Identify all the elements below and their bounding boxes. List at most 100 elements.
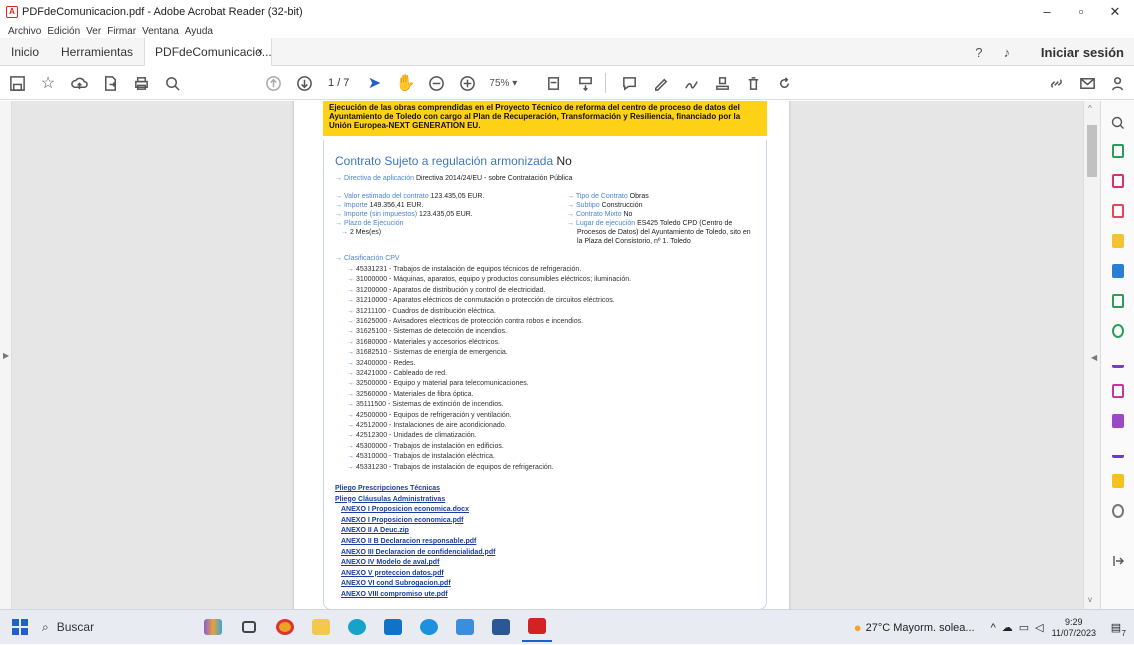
page-total: / 7 — [337, 77, 350, 89]
notifications-icon[interactable]: ▤ 7 — [1104, 621, 1128, 638]
outlook-icon[interactable] — [378, 612, 408, 642]
task-view-icon[interactable] — [234, 612, 264, 642]
protect-icon[interactable] — [1110, 383, 1126, 399]
valor-value: 123.435,05 EUR. — [430, 193, 485, 200]
email-icon[interactable] — [1073, 69, 1101, 97]
attachment-link[interactable]: ANEXO II A Deuc.zip — [341, 527, 409, 534]
attachment-link[interactable]: ANEXO VIII compromiso ute.pdf — [341, 591, 448, 598]
acrobat-taskbar-icon[interactable] — [522, 612, 552, 642]
comment-icon[interactable] — [615, 69, 643, 97]
mixto-value: No — [623, 211, 633, 218]
scroll-down-icon[interactable]: v — [1088, 595, 1092, 604]
export-file-icon[interactable] — [96, 69, 124, 97]
edit-pdf-icon[interactable] — [1110, 203, 1126, 219]
bookmark-star-icon[interactable]: ☆ — [34, 69, 62, 97]
next-page-icon[interactable] — [290, 69, 318, 97]
internet-explorer-icon[interactable] — [414, 612, 444, 642]
tab-document[interactable]: PDFdeComunicacio... × — [144, 37, 273, 66]
close-window-button[interactable]: ✕ — [1098, 0, 1132, 24]
scroll-mode-icon[interactable] — [571, 69, 599, 97]
expand-left-panel-icon[interactable]: ▶ — [3, 351, 9, 360]
search-icon[interactable] — [158, 69, 186, 97]
taskbar-search[interactable]: ⌕ Buscar — [42, 613, 192, 641]
previous-page-icon[interactable] — [259, 69, 287, 97]
fit-page-icon[interactable] — [540, 69, 568, 97]
bell-icon[interactable]: ♪ — [993, 45, 1021, 60]
organize-pages-icon[interactable] — [1110, 173, 1126, 189]
notifications-count: 7 — [1121, 629, 1126, 638]
send-comments-icon[interactable] — [1110, 443, 1126, 459]
request-signature-icon[interactable] — [1110, 413, 1126, 429]
scan-icon[interactable] — [1110, 323, 1126, 339]
maximize-button[interactable]: ▫ — [1064, 0, 1098, 24]
save-icon[interactable] — [3, 69, 31, 97]
menu-ventana[interactable]: Ventana — [142, 26, 179, 37]
volume-icon[interactable]: ◁ — [1035, 621, 1043, 634]
print-icon[interactable] — [127, 69, 155, 97]
attachment-link[interactable]: ANEXO IV Modelo de aval.pdf — [341, 559, 439, 566]
app-icon-blue[interactable] — [450, 612, 480, 642]
attachment-link[interactable]: ANEXO I Proposicion economica.docx — [341, 506, 469, 513]
stamp-icon[interactable] — [708, 69, 736, 97]
page-current[interactable]: 1 — [328, 77, 334, 89]
cpv-item: → 31200000 - Aparatos de distribución y … — [347, 287, 545, 294]
delete-icon[interactable] — [739, 69, 767, 97]
file-explorer-icon[interactable] — [306, 612, 336, 642]
menu-edicion[interactable]: Edición — [47, 26, 80, 37]
menu-ver[interactable]: Ver — [86, 26, 101, 37]
collapse-panel-icon[interactable] — [1110, 553, 1126, 569]
start-button[interactable] — [12, 619, 28, 635]
collapse-right-panel-icon[interactable]: ◀ — [1091, 353, 1097, 362]
cpv-arrow-icon: → — [347, 380, 356, 388]
share-link-icon[interactable] — [1042, 69, 1070, 97]
tray-chevron-icon[interactable]: ^ — [991, 622, 996, 634]
stamp-tool-icon[interactable] — [1110, 473, 1126, 489]
scrollbar-thumb[interactable] — [1087, 125, 1097, 177]
attachment-link[interactable]: ANEXO II B Declaracion responsable.pdf — [341, 538, 476, 545]
attachment-link[interactable]: Pliego Prescripciones Técnicas — [335, 485, 440, 492]
sign-icon[interactable] — [677, 69, 705, 97]
sign-tool-icon[interactable] — [1110, 353, 1126, 369]
minimize-button[interactable]: – — [1030, 0, 1064, 24]
left-panel-collapsed[interactable]: ▶ — [0, 101, 12, 609]
display-icon[interactable]: ▭ — [1019, 621, 1029, 634]
section-title: Contrato Sujeto a regulación armonizada … — [335, 154, 572, 168]
fill-sign-icon[interactable] — [1110, 293, 1126, 309]
attachment-link[interactable]: ANEXO V proteccion datos.pdf — [341, 570, 444, 577]
attachment-link[interactable]: ANEXO VI cond Subrogacion.pdf — [341, 580, 451, 587]
chrome-icon[interactable] — [270, 612, 300, 642]
menu-archivo[interactable]: Archivo — [8, 26, 41, 37]
weather-text[interactable]: 27°C Mayorm. solea... — [866, 622, 975, 634]
attachment-link[interactable]: ANEXO III Declaracion de confidencialida… — [341, 549, 495, 556]
create-pdf-icon[interactable] — [1110, 143, 1126, 159]
cloud-upload-icon[interactable] — [65, 69, 93, 97]
select-cursor-icon[interactable]: ➤ — [360, 69, 388, 97]
page-indicator[interactable]: 1 / 7 — [328, 77, 349, 89]
more-tools-icon[interactable] — [1110, 503, 1126, 519]
clock[interactable]: 9:29 11/07/2023 — [1052, 617, 1096, 639]
menu-ayuda[interactable]: Ayuda — [185, 26, 213, 37]
zoom-select[interactable]: 75% ▾ — [489, 78, 533, 89]
user-share-icon[interactable] — [1104, 69, 1132, 97]
word-icon[interactable] — [486, 612, 516, 642]
tab-inicio[interactable]: Inicio — [0, 38, 50, 66]
rotate-icon[interactable] — [770, 69, 798, 97]
attachment-link[interactable]: ANEXO I Proposicion economica.pdf — [341, 517, 464, 524]
network-icon[interactable]: ☁ — [1002, 621, 1013, 634]
highlight-pen-icon[interactable] — [646, 69, 674, 97]
attachment-link[interactable]: Pliego Cláusulas Administrativas — [335, 496, 445, 503]
zoom-tool-icon[interactable] — [1110, 115, 1126, 131]
news-widget-icon[interactable] — [198, 612, 228, 642]
edge-icon[interactable] — [342, 612, 372, 642]
scroll-up-icon[interactable]: ^ — [1088, 104, 1092, 113]
comment-tool-icon[interactable] — [1110, 233, 1126, 249]
signin-button[interactable]: Iniciar sesión — [1041, 45, 1124, 60]
close-tab-icon[interactable]: × — [257, 38, 263, 66]
export-pdf-icon[interactable] — [1110, 263, 1126, 279]
help-icon[interactable]: ? — [965, 45, 993, 60]
tab-herramientas[interactable]: Herramientas — [50, 38, 144, 66]
hand-tool-icon[interactable]: ✋ — [391, 69, 419, 97]
menu-firmar[interactable]: Firmar — [107, 26, 136, 37]
zoom-out-icon[interactable] — [422, 69, 450, 97]
zoom-in-icon[interactable] — [453, 69, 481, 97]
